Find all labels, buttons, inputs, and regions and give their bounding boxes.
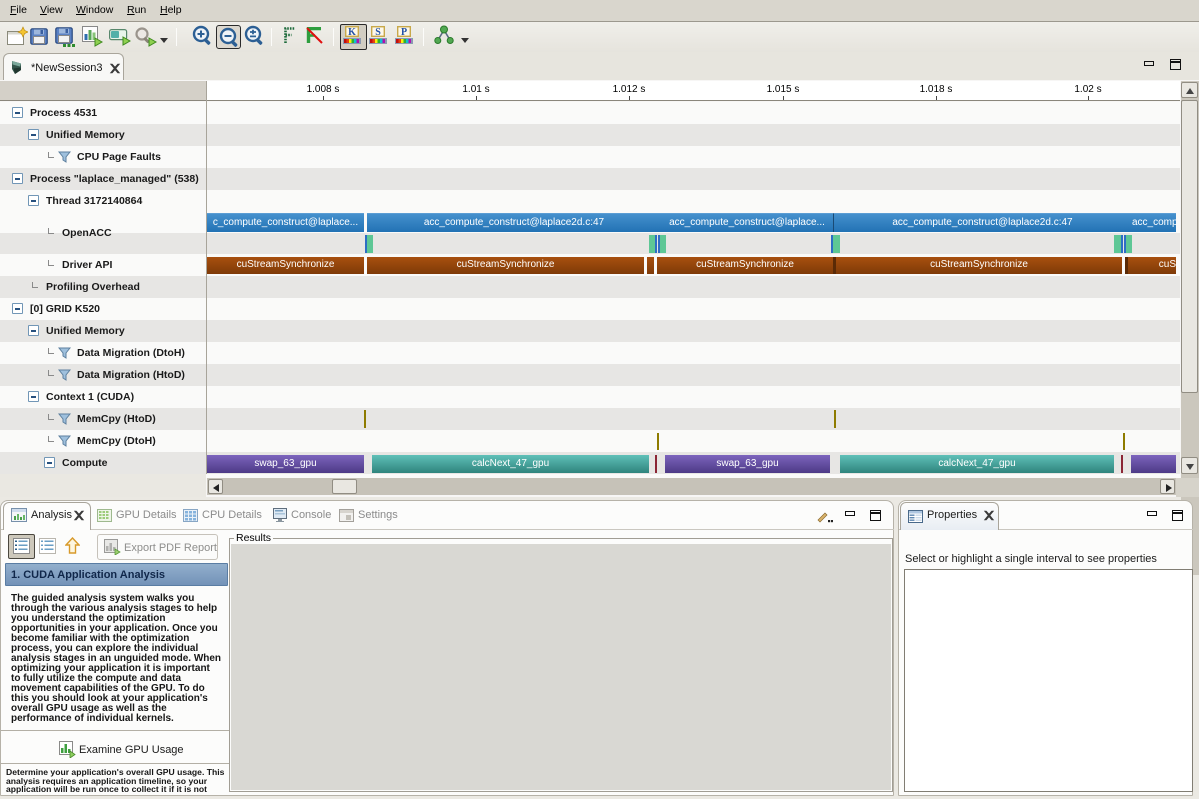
svg-text:S: S [375,27,381,38]
svg-text:K: K [348,27,356,38]
svg-text:P: P [401,27,407,38]
